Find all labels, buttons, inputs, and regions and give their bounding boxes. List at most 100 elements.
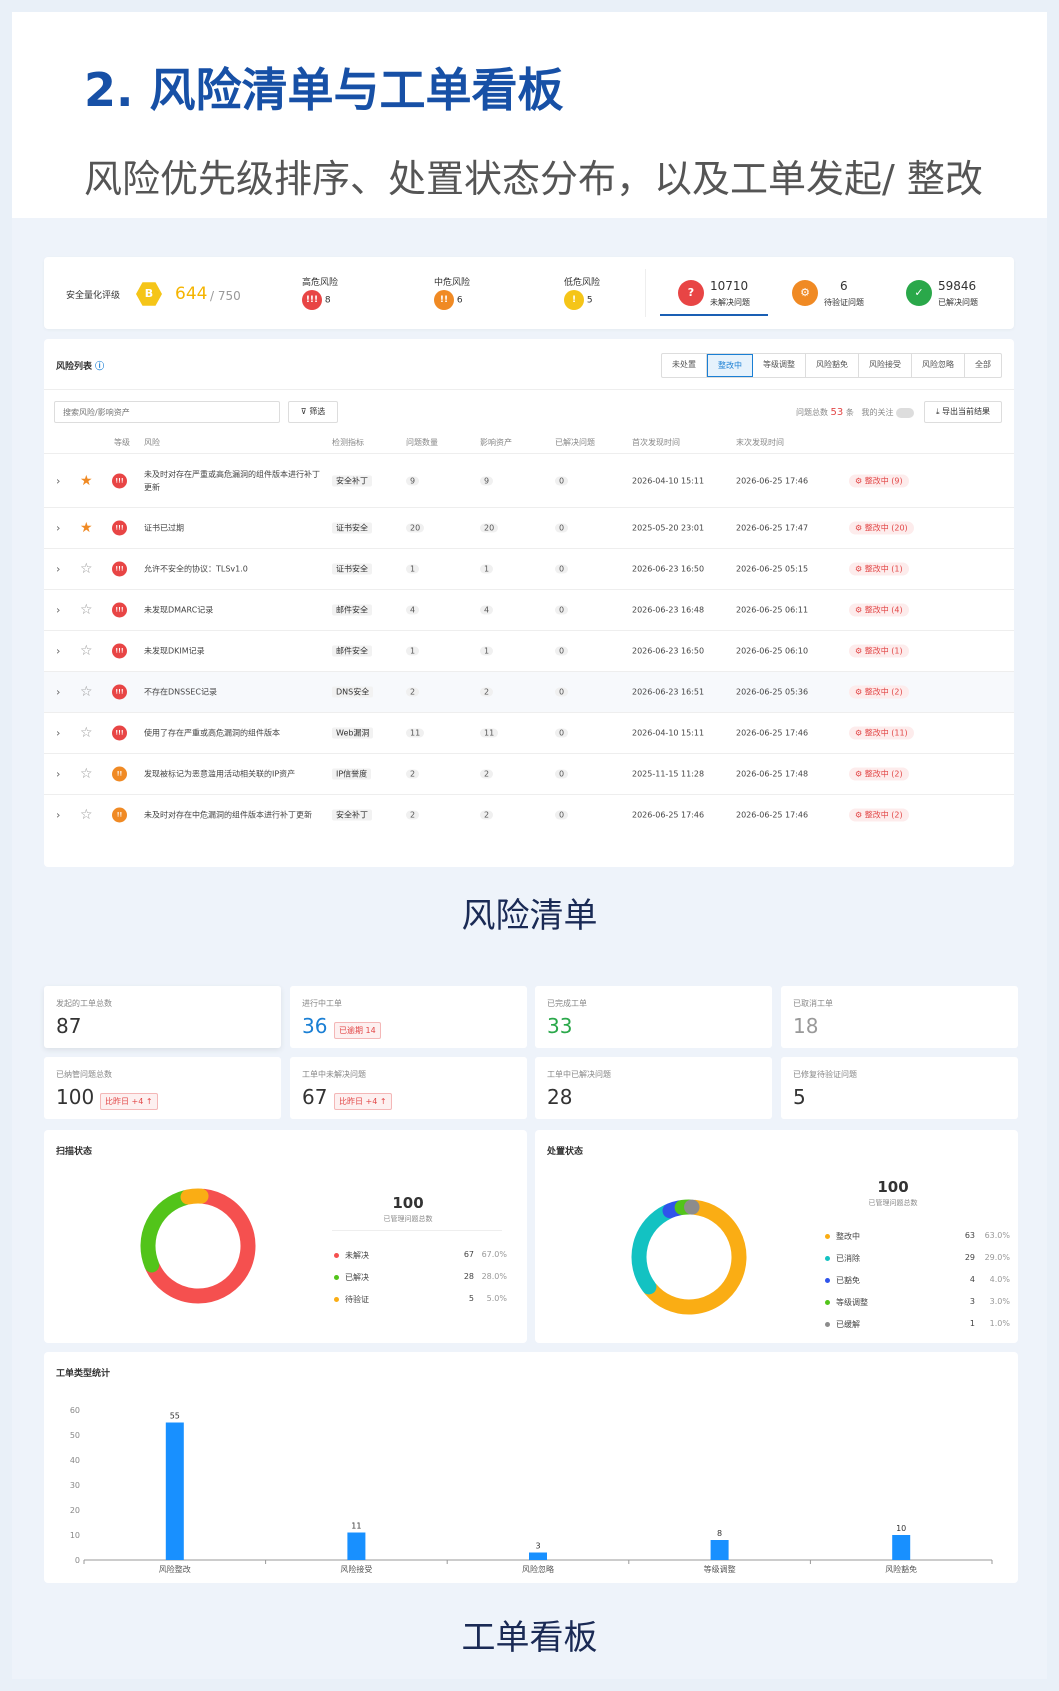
stat-card[interactable]: 进行中工单 36 已逾期 14 [290,986,527,1048]
mid-risk[interactable]: !! 6 [434,290,463,310]
issues-count: 20 [406,523,425,533]
bar-0[interactable] [165,1422,184,1561]
stat-card[interactable]: 工单中已解决问题 28 [535,1057,772,1119]
low-risk-count: 5 [586,295,593,306]
star-icon[interactable]: ☆ [80,602,93,618]
table-row[interactable]: › ☆!!! 未发现DMARC记录 邮件安全 4 4 0 2026-06-23 16:48 20… [44,589,1014,630]
column-header: 问题数量 [406,438,438,447]
risk-name-line: 使用了存在严重或高危漏洞的组件版本 [144,728,280,738]
legend-item[interactable]: 已缓解 [825,1319,860,1330]
help-icon[interactable]: ⓘ [95,362,104,372]
follow-toggle[interactable] [896,407,914,418]
risk-name[interactable]: 发现被标记为恶意滥用活动相关联的IP资产 [144,768,295,781]
tab-3[interactable]: 风险豁免 [806,354,859,377]
star-icon[interactable]: ★ [80,520,93,536]
stat-card[interactable]: 已修复待验证问题 5 [781,1057,1018,1119]
resolved-count: 0 [555,687,569,697]
stat-card[interactable]: 已取消工单 18 [781,986,1018,1048]
expand-chevron-icon[interactable]: › [56,686,60,699]
export-button[interactable]: ⤓ 导出当前结果 [924,401,1002,423]
legend-item[interactable]: 待验证 [334,1294,369,1305]
legend-item[interactable]: 等级调整 [825,1297,868,1308]
star-icon[interactable]: ☆ [80,684,93,700]
issues-count: 11 [406,728,425,738]
filter-icon: ⊽ [300,407,307,416]
expand-chevron-icon[interactable]: › [56,645,60,658]
legend-item[interactable]: 已解决 [334,1272,369,1283]
expand-chevron-icon[interactable]: › [56,474,60,487]
indicator-tag: 证书安全 [332,563,372,575]
risk-name[interactable]: 未发现DKIM记录 [144,645,205,658]
table-row[interactable]: › ☆!! 未及时对存在中危漏洞的组件版本进行补丁更新 安全补丁 2 2 0 2026-06-… [44,794,1014,835]
bar-3[interactable] [710,1540,729,1560]
low-risk[interactable]: ! 5 [564,290,593,310]
expand-chevron-icon[interactable]: › [56,809,60,822]
unresolved-icon: ? [678,280,704,306]
stat-card[interactable]: 已完成工单 33 [535,986,772,1048]
risk-name[interactable]: 未及时对存在中危漏洞的组件版本进行补丁更新 [144,809,312,822]
stat-card[interactable]: 发起的工单总数 87 [44,986,281,1048]
status-badge[interactable]: ⚙ 整改中 (11) [849,726,914,740]
tab-6[interactable]: 全部 [965,354,1001,377]
bar-2[interactable] [529,1552,547,1561]
star-icon[interactable]: ☆ [80,725,93,741]
risk-name[interactable]: 未及时对存在严重或高危漏洞的组件版本进行补丁 更新 [144,468,320,494]
stat-card[interactable]: 工单中未解决问题 67 比昨日 +4 ↑ [290,1057,527,1119]
star-icon[interactable]: ★ [80,473,93,489]
filter-button[interactable]: ⊽ 筛选 [288,401,338,423]
tab-1[interactable]: 整改中 [707,354,753,377]
legend-item[interactable]: 已消除 [825,1253,860,1264]
legend-item[interactable]: 未解决 [334,1250,369,1261]
star-icon[interactable]: ☆ [80,766,93,782]
risk-name[interactable]: 证书已过期 [144,522,184,535]
y-tick-label: 60 [70,1406,80,1415]
tab-5[interactable]: 风险忽略 [912,354,965,377]
risk-name[interactable]: 不存在DNSSEC记录 [144,686,217,699]
star-icon[interactable]: ☆ [80,561,93,577]
star-icon[interactable]: ☆ [80,807,93,823]
expand-chevron-icon[interactable]: › [56,563,60,576]
expand-chevron-icon[interactable]: › [56,768,60,781]
legend-item[interactable]: 已豁免 [825,1275,860,1286]
status-badge[interactable]: ⚙ 整改中 (2) [849,808,909,822]
table-row[interactable]: › ☆!!! 未发现DKIM记录 邮件安全 1 1 0 2026-06-23 16:50 202… [44,630,1014,671]
y-tick-label: 10 [70,1531,80,1540]
donut-slice-2[interactable] [180,1188,209,1205]
table-row[interactable]: › ★!!! 未及时对存在严重或高危漏洞的组件版本进行补丁 更新 安全补丁 9 9 0 2026… [44,453,1014,507]
star-icon[interactable]: ☆ [80,643,93,659]
stat-card[interactable]: 已纳管问题总数 100 比昨日 +4 ↑ [44,1057,281,1119]
legend-item[interactable]: 整改中 [825,1231,860,1242]
bar-4[interactable] [892,1535,911,1560]
table-row[interactable]: › ☆!!! 允许不安全的协议：TLSv1.0 证书安全 1 1 0 2026-06-23 1… [44,548,1014,589]
expand-chevron-icon[interactable]: › [56,604,60,617]
risk-name[interactable]: 使用了存在严重或高危漏洞的组件版本 [144,727,280,740]
tab-0[interactable]: 未处置 [662,354,707,377]
header-banner: 2. 风险清单与工单看板 风险优先级排序、处置状态分布，以及工单发起/ 整改 [12,12,1047,218]
status-badge[interactable]: ⚙ 整改中 (1) [849,562,909,576]
status-badge[interactable]: ⚙ 整改中 (9) [849,474,909,487]
column-header: 检测指标 [332,438,364,447]
donut-slice-1[interactable] [631,1204,676,1295]
expand-chevron-icon[interactable]: › [56,727,60,740]
expand-chevron-icon[interactable]: › [56,522,60,535]
high-risk[interactable]: !!! 8 [302,290,331,310]
risk-name[interactable]: 未发现DMARC记录 [144,604,213,617]
status-badge[interactable]: ⚙ 整改中 (1) [849,644,909,658]
table-row[interactable]: › ☆!! 发现被标记为恶意滥用活动相关联的IP资产 IP信誉度 2 2 0 2025-11-… [44,753,1014,794]
x-tick-label: 风险豁免 [885,1564,917,1574]
tab-2[interactable]: 等级调整 [753,354,806,377]
risk-name[interactable]: 允许不安全的协议：TLSv1.0 [144,563,248,576]
legend-dot [334,1297,339,1302]
table-row[interactable]: › ☆!!! 使用了存在严重或高危漏洞的组件版本 Web漏洞 11 11 0 2026-04-… [44,712,1014,753]
status-badge[interactable]: ⚙ 整改中 (2) [849,767,909,781]
score-max: / 750 [210,289,241,303]
bar-1[interactable] [347,1532,366,1561]
table-row[interactable]: › ★!!! 证书已过期 证书安全 20 20 0 2025-05-20 23:01 2026-… [44,507,1014,548]
status-badge[interactable]: ⚙ 整改中 (2) [849,685,909,699]
search-input[interactable] [54,401,280,423]
tab-4[interactable]: 风险接受 [859,354,912,377]
table-row[interactable]: › ☆!!! 不存在DNSSEC记录 DNS安全 2 2 0 2026-06-23 16:51… [44,671,1014,712]
status-badge[interactable]: ⚙ 整改中 (4) [849,603,909,617]
status-badge[interactable]: ⚙ 整改中 (20) [849,521,914,535]
donut-slice-1[interactable] [140,1190,193,1273]
